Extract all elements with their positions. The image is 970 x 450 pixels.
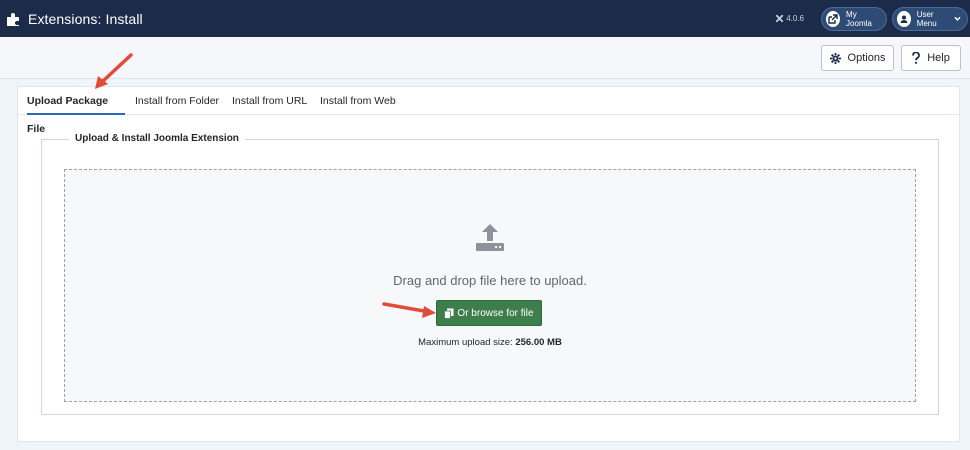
options-label: Options [847,52,886,64]
joomla-icon [776,14,784,23]
version-badge: 4.0.6 [775,14,804,23]
max-size-value: 256.00 MB [515,337,562,348]
page-title: Extensions: Install [28,10,143,27]
tab-install-from-url[interactable]: Install from URL [232,87,307,115]
version-text: 4.0.6 [786,14,804,23]
tab-install-from-web[interactable]: Install from Web [320,87,396,115]
user-menu-label: User Menu [916,9,937,28]
max-upload-size: Maximum upload size: 256.00 MB [65,337,915,348]
max-size-label: Maximum upload size: [418,337,513,348]
install-legend: Upload & Install Joomla Extension [69,133,245,144]
header-bar: Extensions: Install 4.0.6 My Joomla User… [0,0,970,37]
annotation-arrow-tab [95,53,133,89]
header-title-group: Extensions: Install [6,11,143,27]
user-circle-icon [897,10,911,27]
tab-install-from-folder[interactable]: Install from Folder [135,87,219,115]
question-icon [912,52,921,64]
help-label: Help [927,52,950,64]
install-card: Upload Package File Install from Folder … [17,86,960,442]
annotation-arrow-browse [382,302,436,318]
chevron-down-icon [954,16,961,21]
browse-file-button[interactable]: Or browse for file [436,300,542,326]
my-joomla-label: My Joomla [846,9,872,28]
external-link-icon [826,10,841,27]
help-button[interactable]: Help [901,45,961,71]
toolbar: Options Help [0,37,970,79]
drop-message: Drag and drop file here to upload. [393,273,587,288]
user-menu-button[interactable]: User Menu [892,6,968,31]
copy-icon [444,308,454,319]
gear-icon [829,52,841,64]
browse-label: Or browse for file [457,307,534,319]
drop-zone[interactable]: Drag and drop file here to upload. Or br… [64,169,916,402]
puzzle-icon [7,12,19,26]
tab-bar: Upload Package File Install from Folder … [18,87,959,135]
header-actions: 4.0.6 My Joomla User Menu [775,0,968,37]
options-button[interactable]: Options [821,45,894,71]
my-joomla-button[interactable]: My Joomla [821,6,887,31]
upload-icon [476,224,504,251]
